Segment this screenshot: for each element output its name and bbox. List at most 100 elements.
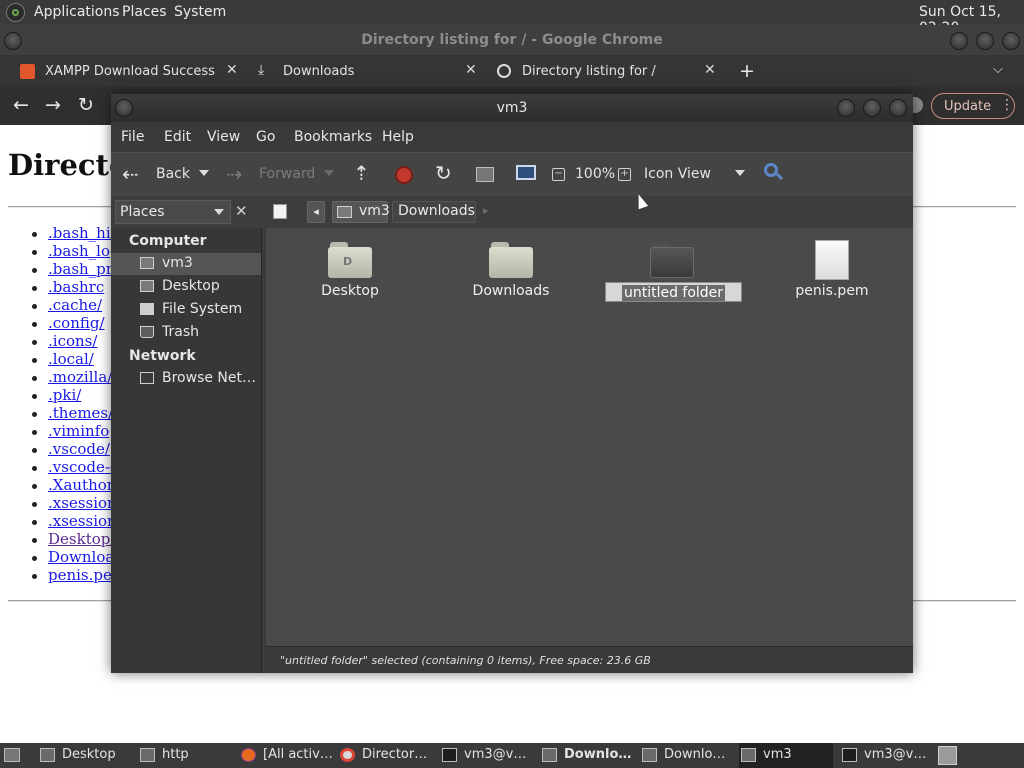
reload-icon[interactable]: ↻ <box>435 161 452 185</box>
sidebar-item-desktop[interactable]: Desktop <box>111 276 261 298</box>
menu-help[interactable]: Help <box>382 129 414 145</box>
back-arrow-icon[interactable]: ← <box>13 94 29 116</box>
menu-view[interactable]: View <box>207 129 240 145</box>
update-label: Update <box>944 99 992 114</box>
minimize-button[interactable] <box>837 99 855 117</box>
taskbar-item-terminal-1[interactable]: vm3@v… <box>440 743 532 768</box>
tab-search-chevron-icon[interactable]: ⌵ <box>993 62 1003 77</box>
distro-logo-icon[interactable] <box>6 3 25 22</box>
tab-xampp[interactable]: XAMPP Download Success ✕ <box>20 58 245 87</box>
directory-link[interactable]: .cache/ <box>48 296 102 314</box>
folder-icon <box>642 748 657 762</box>
forward-history-dropdown-icon[interactable] <box>324 170 334 176</box>
status-text: "untitled folder" selected (containing 0… <box>280 654 651 667</box>
reload-icon[interactable]: ↻ <box>78 94 94 116</box>
back-history-dropdown-icon[interactable] <box>199 170 209 176</box>
file-manager-titlebar[interactable]: vm3 <box>111 94 913 122</box>
update-button[interactable]: Update ⋮ <box>931 93 1015 119</box>
chevron-down-icon <box>214 209 224 215</box>
directory-link[interactable]: .mozilla/ <box>48 368 112 386</box>
directory-link[interactable]: .viminfo <box>48 422 109 440</box>
taskbar-item-downloads-2[interactable]: Downlo… <box>640 743 732 768</box>
taskbar-item-http[interactable]: http <box>138 743 230 768</box>
edit-location-icon[interactable] <box>273 204 287 219</box>
menu-system[interactable]: System <box>174 4 226 20</box>
terminal-icon <box>842 748 857 762</box>
home-folder-icon[interactable] <box>476 167 494 182</box>
taskbar-item-vm3[interactable]: vm3 <box>739 743 833 768</box>
file-manager-sidebar: Computer vm3 Desktop File System Trash N… <box>111 228 262 673</box>
taskbar-item-desktop[interactable]: Desktop <box>38 743 130 768</box>
close-sidebar-icon[interactable]: ✕ <box>235 202 248 220</box>
chrome-titlebar: Directory listing for / - Google Chrome <box>0 25 1024 55</box>
breadcrumb-downloads[interactable]: Downloads <box>392 201 476 223</box>
chrome-tab-strip: XAMPP Download Success ✕ ⤓ Downloads ✕ D… <box>0 55 1024 87</box>
menu-go[interactable]: Go <box>256 129 275 145</box>
close-window-button[interactable] <box>1002 32 1020 50</box>
menu-bookmarks[interactable]: Bookmarks <box>294 129 372 145</box>
rename-field[interactable]: untitled folder <box>605 282 742 302</box>
tab-close-icon[interactable]: ✕ <box>226 62 238 78</box>
directory-link[interactable]: .pki/ <box>48 386 81 404</box>
directory-link[interactable]: .config/ <box>48 314 105 332</box>
menu-applications[interactable]: Applications <box>34 4 120 20</box>
forward-arrow-icon[interactable]: ⇢ <box>226 162 243 186</box>
directory-link[interactable]: .bashrc <box>48 278 104 296</box>
taskbar-item-terminal-2[interactable]: vm3@v… <box>840 743 932 768</box>
taskbar-item-chrome[interactable]: Director… <box>338 743 433 768</box>
maximize-button[interactable] <box>976 32 994 50</box>
zoom-out-icon[interactable]: − <box>552 168 565 181</box>
stop-icon[interactable] <box>395 166 413 184</box>
new-tab-button[interactable]: + <box>739 60 755 82</box>
back-arrow-icon[interactable]: ⇠ <box>122 162 139 186</box>
maximize-button[interactable] <box>863 99 881 117</box>
sidebar-item-label: vm3 <box>162 255 193 271</box>
directory-link[interactable]: .icons/ <box>48 332 97 350</box>
back-button[interactable]: Back <box>156 166 190 182</box>
taskbar-item-firefox[interactable]: [All activ… <box>239 743 333 768</box>
file-item-untitled-folder[interactable]: untitled folder <box>605 230 742 305</box>
minimize-button[interactable] <box>950 32 968 50</box>
forward-arrow-icon[interactable]: → <box>45 94 61 116</box>
close-window-button[interactable] <box>889 99 907 117</box>
sidebar-type-select[interactable]: Places <box>115 200 231 224</box>
breadcrumb-vm3[interactable]: vm3 <box>332 201 390 223</box>
menu-places[interactable]: Places <box>122 4 167 20</box>
tab-directory-listing[interactable]: Directory listing for / ✕ <box>497 58 722 87</box>
file-item-penis-pem[interactable]: penis.pem <box>772 230 892 305</box>
menu-edit[interactable]: Edit <box>164 129 191 145</box>
taskbar-item-downloads-1[interactable]: Downlo… <box>540 743 636 768</box>
sidebar-item-vm3[interactable]: vm3 <box>111 253 261 275</box>
tab-close-icon[interactable]: ✕ <box>704 62 716 78</box>
folder-icon <box>542 748 557 762</box>
breadcrumb-right-arrow-icon[interactable]: ▸ <box>483 204 489 217</box>
folder-icon: D <box>328 240 372 278</box>
menu-file[interactable]: File <box>121 129 144 145</box>
tab-downloads[interactable]: ⤓ Downloads ✕ <box>258 58 483 87</box>
view-mode-select[interactable]: Icon View <box>644 166 711 182</box>
directory-link[interactable]: .vscode/ <box>48 440 110 458</box>
sidebar-item-label: Desktop <box>162 278 220 294</box>
breadcrumb-left-arrow-icon[interactable]: ◂ <box>307 201 325 223</box>
file-item-downloads[interactable]: Downloads <box>451 230 571 305</box>
file-icon-view[interactable]: D Desktop Downloads untitled folder peni… <box>266 228 913 646</box>
sidebar-item-label: Trash <box>162 324 199 340</box>
terminal-icon <box>442 748 457 762</box>
tab-close-icon[interactable]: ✕ <box>465 62 477 78</box>
show-desktop-icon[interactable] <box>4 748 20 762</box>
sidebar-item-trash[interactable]: Trash <box>111 322 261 344</box>
directory-link[interactable]: .local/ <box>48 350 94 368</box>
zoom-in-icon[interactable]: + <box>618 168 631 181</box>
more-menu-icon[interactable]: ⋮ <box>1000 97 1014 113</box>
sidebar-item-file-system[interactable]: File System <box>111 299 261 321</box>
file-item-desktop[interactable]: D Desktop <box>290 230 410 305</box>
forward-button[interactable]: Forward <box>259 166 315 182</box>
view-mode-dropdown-icon[interactable] <box>735 170 745 176</box>
workspace-switcher-icon[interactable] <box>938 746 957 765</box>
computer-icon[interactable] <box>516 165 536 180</box>
xampp-icon <box>20 64 35 79</box>
directory-link[interactable]: .themes/ <box>48 404 113 422</box>
sidebar-item-browse-network[interactable]: Browse Net… <box>111 368 261 390</box>
directory-link[interactable]: Desktop/ <box>48 530 115 548</box>
up-arrow-icon[interactable]: ⇡ <box>353 161 370 185</box>
